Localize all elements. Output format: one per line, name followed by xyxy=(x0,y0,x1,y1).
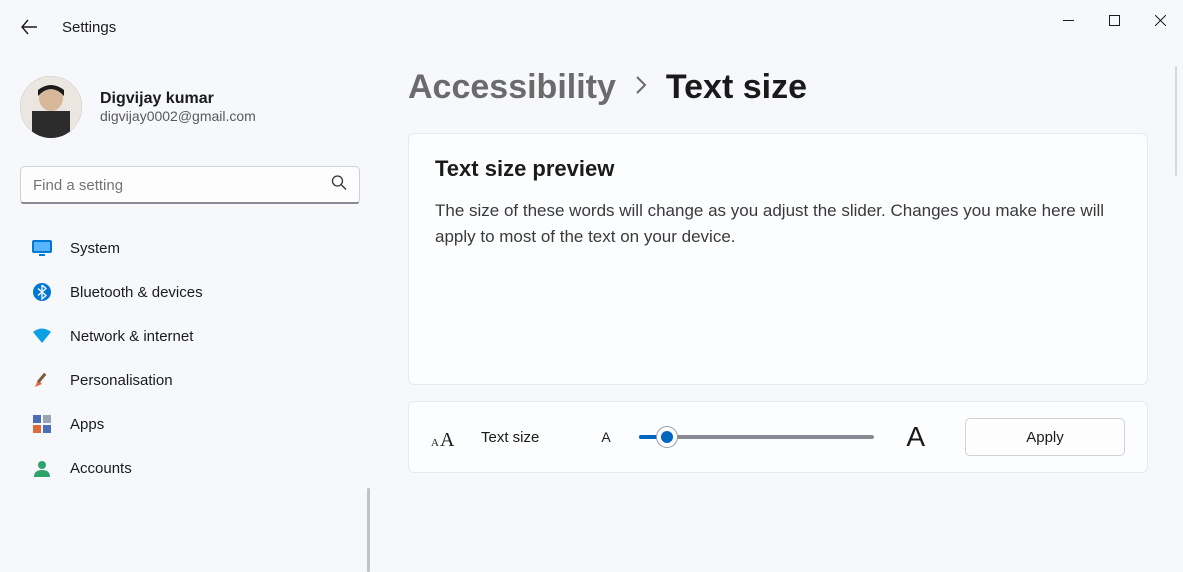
minimize-button[interactable] xyxy=(1045,0,1091,40)
sidebar-item-apps[interactable]: Apps xyxy=(20,402,360,446)
search-icon xyxy=(331,175,347,196)
app-title: Settings xyxy=(62,19,116,36)
profile-block[interactable]: Digvijay kumar digvijay0002@gmail.com xyxy=(20,76,360,138)
slider-thumb[interactable] xyxy=(657,427,677,447)
wifi-icon xyxy=(32,326,52,346)
sidebar-item-system[interactable]: System xyxy=(20,226,360,270)
person-icon xyxy=(32,458,52,478)
maximize-button[interactable] xyxy=(1091,0,1137,40)
sidebar-item-label: Bluetooth & devices xyxy=(70,284,203,301)
profile-email: digvijay0002@gmail.com xyxy=(100,108,256,124)
sidebar-item-accounts[interactable]: Accounts xyxy=(20,446,360,490)
text-size-control-card: A A Text size A A Apply xyxy=(408,401,1148,473)
sidebar: Digvijay kumar digvijay0002@gmail.com Sy… xyxy=(20,76,360,490)
sidebar-item-label: System xyxy=(70,240,120,257)
page-scrollbar[interactable] xyxy=(1175,66,1177,176)
search-input-wrap[interactable] xyxy=(20,166,360,204)
monitor-icon xyxy=(32,238,52,258)
sidebar-nav: System Bluetooth & devices Network & int… xyxy=(20,226,360,490)
paintbrush-icon xyxy=(32,370,52,390)
main-content: Accessibility Text size Text size previe… xyxy=(408,68,1155,473)
text-size-preview-card: Text size preview The size of these word… xyxy=(408,133,1148,385)
svg-text:A: A xyxy=(440,429,455,448)
breadcrumb-parent[interactable]: Accessibility xyxy=(408,68,616,107)
text-size-icon: A A xyxy=(431,426,459,448)
preview-title: Text size preview xyxy=(435,156,1121,182)
sidebar-scrollbar[interactable] xyxy=(367,488,370,572)
avatar xyxy=(20,76,82,138)
text-size-label: Text size xyxy=(481,429,539,446)
close-button[interactable] xyxy=(1137,0,1183,40)
app-header: Settings xyxy=(0,0,116,54)
sidebar-item-label: Accounts xyxy=(70,460,132,477)
sidebar-item-label: Apps xyxy=(70,416,104,433)
apps-icon xyxy=(32,414,52,434)
apply-button[interactable]: Apply xyxy=(965,418,1125,456)
text-size-slider[interactable] xyxy=(639,427,875,447)
sidebar-item-label: Personalisation xyxy=(70,372,173,389)
preview-body: The size of these words will change as y… xyxy=(435,198,1121,251)
slider-min-label: A xyxy=(601,429,610,445)
slider-max-label: A xyxy=(906,421,925,453)
sidebar-item-label: Network & internet xyxy=(70,328,193,345)
sidebar-item-network[interactable]: Network & internet xyxy=(20,314,360,358)
chevron-right-icon xyxy=(634,74,648,102)
window-controls xyxy=(1045,0,1183,40)
sidebar-item-bluetooth[interactable]: Bluetooth & devices xyxy=(20,270,360,314)
page-title: Text size xyxy=(666,68,807,107)
profile-name: Digvijay kumar xyxy=(100,90,256,108)
bluetooth-icon xyxy=(32,282,52,302)
search-input[interactable] xyxy=(33,177,347,194)
back-button[interactable] xyxy=(20,18,38,36)
svg-text:A: A xyxy=(431,437,439,448)
sidebar-item-personalisation[interactable]: Personalisation xyxy=(20,358,360,402)
breadcrumb: Accessibility Text size xyxy=(408,68,1155,107)
